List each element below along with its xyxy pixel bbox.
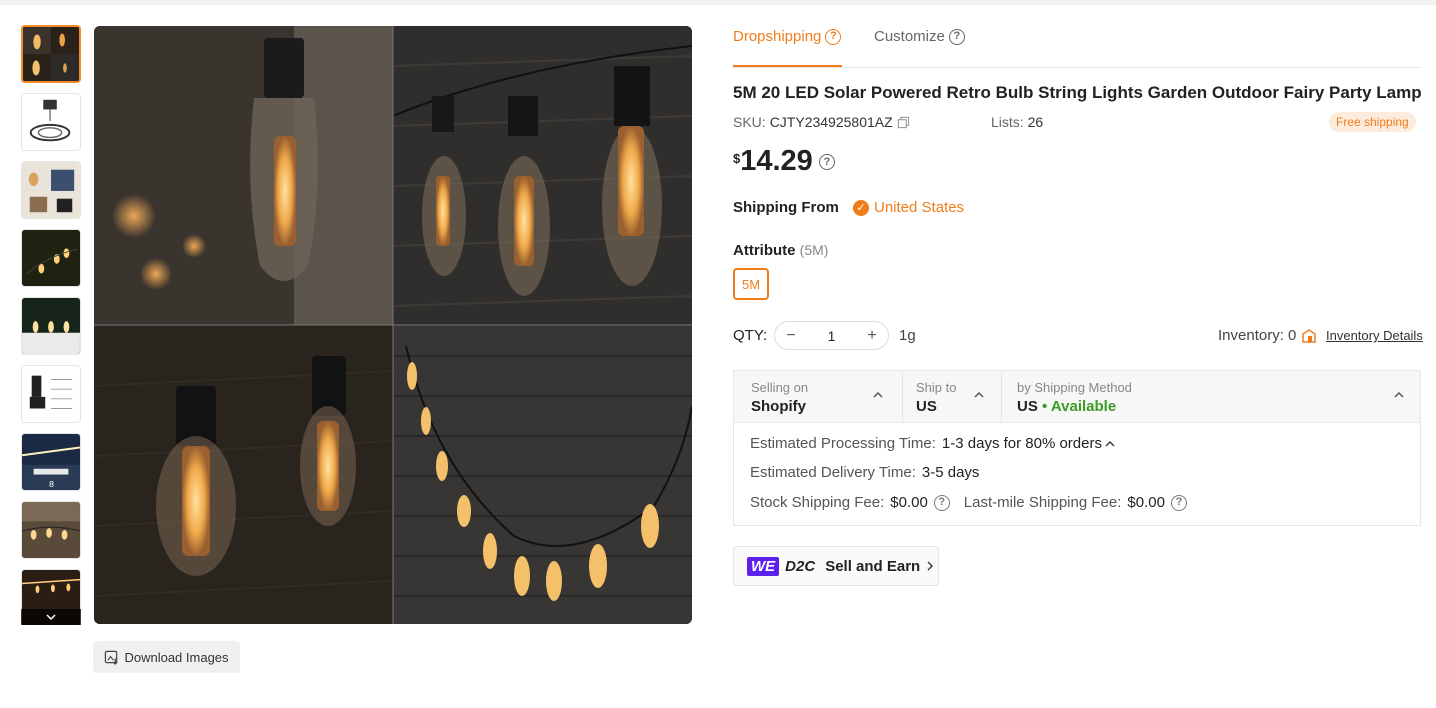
sku-value: CJTY234925801AZ (769, 114, 893, 130)
processing-time-row: Estimated Processing Time: 1-3 days for … (750, 435, 1116, 452)
quantity-stepper: − + (774, 321, 889, 350)
help-icon[interactable]: ? (1170, 494, 1187, 511)
product-title: 5M 20 LED Solar Powered Retro Bulb Strin… (733, 83, 1422, 102)
price-help-icon[interactable]: ? (818, 154, 835, 170)
thumbnail-1[interactable] (21, 25, 81, 83)
attribute-heading: Attribute (5M) (733, 242, 828, 259)
top-border (0, 0, 1436, 5)
thumbnail-3[interactable] (21, 161, 81, 219)
processing-time-value: 1-3 days for 80% orders (941, 435, 1102, 452)
shipping-method-value: US • Available (1017, 398, 1116, 415)
processing-time-label: Estimated Processing Time: (750, 435, 936, 452)
lastmile-fee-label: Last-mile Shipping Fee: (963, 494, 1122, 511)
sell-and-earn-label: Sell and Earn (825, 557, 921, 575)
tab-customize[interactable]: Customize ? (874, 28, 965, 45)
check-circle-icon: ✓ (853, 199, 869, 216)
copy-icon[interactable] (897, 116, 910, 129)
shipping-method-select[interactable]: by Shipping Method US • Available (1002, 371, 1420, 423)
thumbnail-scroll-down-icon[interactable] (21, 609, 81, 625)
shipping-selectors: Selling on Shopify Ship to US by Shippin… (734, 371, 1420, 423)
warehouse-icon (1302, 328, 1317, 343)
tab-dropshipping-label: Dropshipping (733, 28, 822, 45)
inventory-details-link[interactable]: Inventory Details (1326, 328, 1423, 343)
shipping-fees-row: Stock Shipping Fee: $0.00 ? Last-mile Sh… (750, 494, 1187, 511)
delivery-time-value: 3-5 days (921, 464, 980, 481)
weight: 1g (899, 327, 916, 344)
sku-label: SKU: (733, 114, 766, 130)
main-product-image[interactable] (94, 26, 692, 624)
help-icon[interactable]: ? (948, 28, 965, 45)
thumbnail-2[interactable] (21, 93, 81, 151)
ship-to-label: Ship to (916, 380, 957, 395)
stock-fee-label: Stock Shipping Fee: (750, 494, 885, 511)
lists-value: 26 (1027, 114, 1044, 130)
thumbnail-4[interactable] (21, 229, 81, 287)
download-images-button[interactable]: Download Images (93, 641, 240, 673)
we-logo: WE (747, 556, 780, 576)
decrease-qty-button[interactable]: − (783, 327, 799, 345)
ship-to-select[interactable]: Ship to US (903, 371, 1001, 423)
increase-qty-button[interactable]: + (864, 327, 880, 345)
shipping-from-option[interactable]: ✓ United States (853, 199, 964, 216)
delivery-time-row: Estimated Delivery Time: 3-5 days (750, 464, 979, 481)
lastmile-fee-value: $0.00 (1127, 494, 1165, 511)
sell-and-earn-button[interactable]: WE D2C Sell and Earn (733, 546, 939, 586)
chevron-up-icon (873, 391, 883, 398)
price: $ 14.29 ? (733, 145, 835, 178)
thumbnail-6[interactable] (21, 365, 81, 423)
thumbnail-7[interactable]: 8 (21, 433, 81, 491)
thumbnail-5[interactable] (21, 297, 81, 355)
attribute-option-5m[interactable]: 5M (733, 268, 769, 300)
download-images-label: Download Images (124, 649, 229, 665)
shipping-from-label: Shipping From (733, 199, 839, 216)
shipping-method-country: US (1017, 398, 1038, 415)
price-currency: $ (733, 151, 741, 166)
tab-customize-label: Customize (874, 28, 945, 45)
shipping-method-label: by Shipping Method (1017, 380, 1132, 395)
purchase-mode-tabs: Dropshipping ? Customize ? (733, 24, 1421, 68)
availability-status: • Available (1042, 398, 1117, 415)
selling-on-select[interactable]: Selling on Shopify (734, 371, 902, 423)
inventory: Inventory: 0 (1218, 327, 1317, 344)
inventory-label: Inventory: 0 (1218, 327, 1297, 344)
chevron-right-icon (927, 561, 934, 571)
qty-label: QTY: (733, 327, 768, 344)
attribute-selected: (5M) (799, 242, 829, 258)
chevron-up-icon[interactable] (1104, 439, 1116, 449)
lists-label: Lists: (991, 114, 1024, 130)
selling-on-label: Selling on (751, 380, 809, 395)
d2c-logo: D2C (785, 557, 816, 575)
selling-on-value: Shopify (751, 398, 806, 415)
shipping-from-value: United States (874, 199, 965, 216)
shipping-panel: Selling on Shopify Ship to US by Shippin… (733, 370, 1421, 526)
active-tab-indicator (733, 65, 842, 67)
ship-to-value: US (916, 398, 937, 415)
delivery-time-label: Estimated Delivery Time: (750, 464, 916, 481)
sku-row: SKU: CJTY234925801AZ (733, 114, 910, 130)
quantity-input[interactable] (811, 327, 852, 344)
chevron-up-icon (974, 391, 984, 398)
thumbnail-8[interactable] (21, 501, 81, 559)
lists-count: Lists: 26 (991, 114, 1043, 130)
stock-fee-value: $0.00 (890, 494, 928, 511)
free-shipping-badge: Free shipping (1329, 112, 1416, 132)
price-amount: 14.29 (740, 145, 813, 177)
thumbnail-badge: 8 (49, 479, 54, 489)
tab-dropshipping[interactable]: Dropshipping ? (733, 28, 842, 45)
help-icon[interactable]: ? (933, 494, 950, 511)
chevron-up-icon (1394, 391, 1404, 398)
help-icon[interactable]: ? (825, 28, 842, 45)
download-image-icon (105, 650, 119, 665)
thumbnail-strip[interactable]: 8 (21, 25, 81, 625)
attribute-label: Attribute (733, 242, 796, 259)
